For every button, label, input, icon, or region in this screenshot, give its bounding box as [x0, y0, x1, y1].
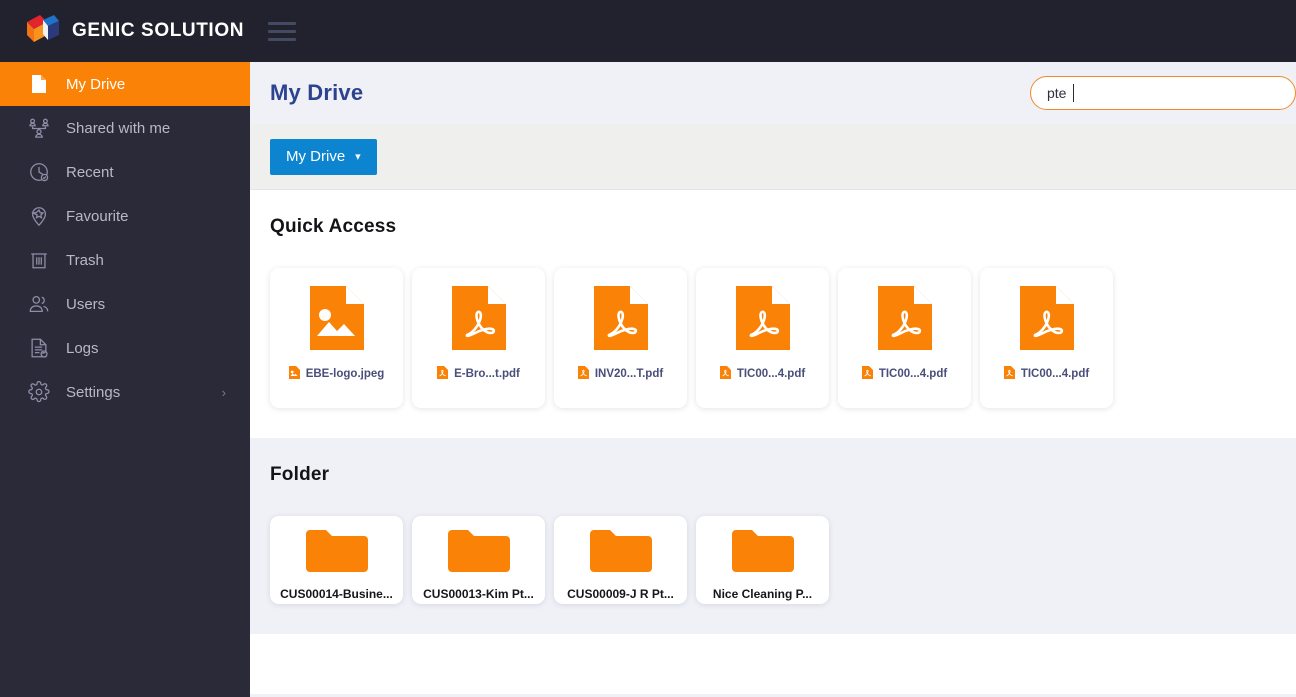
- file-card[interactable]: TIC00...4.pdf: [980, 268, 1113, 408]
- trash-icon: [26, 247, 52, 273]
- sidebar: My Drive Shared with me Recent Favourite…: [0, 62, 250, 697]
- folder-grid: CUS00014-Busine... CUS00013-Kim Pt... CU…: [250, 516, 1296, 604]
- pdf-file-badge-icon: [437, 366, 449, 382]
- quick-access-grid: EBE-logo.jpeg E-Bro...t.pdf INV20...T.pd…: [250, 268, 1296, 408]
- file-card-label: INV20...T.pdf: [577, 366, 663, 382]
- log-document-icon: [26, 335, 52, 361]
- clock-check-icon: [26, 159, 52, 185]
- search-container: [1030, 76, 1296, 110]
- pdf-file-icon: [450, 282, 508, 354]
- file-card-label: E-Bro...t.pdf: [437, 366, 520, 382]
- sidebar-item-label: Settings: [66, 383, 121, 401]
- image-file-icon: [308, 282, 366, 354]
- brand-name: GENIC SOLUTION: [72, 20, 245, 41]
- sidebar-item-label: Users: [66, 295, 106, 313]
- sidebar-item-label: Favourite: [66, 207, 129, 225]
- sidebar-item-my-drive[interactable]: My Drive: [0, 62, 250, 106]
- top-bar: GENIC SOLUTION: [0, 0, 1296, 62]
- sidebar-item-shared-with-me[interactable]: Shared with me: [0, 106, 250, 150]
- sidebar-item-label: Shared with me: [66, 119, 171, 137]
- folder-card[interactable]: CUS00009-J R Pt...: [554, 516, 687, 604]
- sidebar-item-label: My Drive: [66, 75, 126, 93]
- folder-section-title: Folder: [270, 464, 330, 485]
- folder-card-label: Nice Cleaning P...: [712, 587, 813, 601]
- map-pin-star-icon: [26, 203, 52, 229]
- main-content: My Drive My Drive ▾ Quick Access: [250, 62, 1296, 697]
- sidebar-item-favourite[interactable]: Favourite: [0, 194, 250, 238]
- pdf-file-badge-icon: [719, 366, 731, 382]
- folder-card-label: CUS00009-J R Pt...: [567, 587, 674, 601]
- drive-toolbar: My Drive ▾: [250, 124, 1296, 190]
- file-card[interactable]: EBE-logo.jpeg: [270, 268, 403, 408]
- file-card[interactable]: INV20...T.pdf: [554, 268, 687, 408]
- folder-icon: [446, 528, 512, 579]
- pdf-file-badge-icon: [1003, 366, 1015, 382]
- my-drive-dropdown-label: My Drive: [286, 148, 346, 165]
- chevron-right-icon: ›: [221, 384, 226, 400]
- folder-card[interactable]: CUS00013-Kim Pt...: [412, 516, 545, 604]
- content-scroll-area[interactable]: Quick Access EBE-logo.jpeg E-Bro...t.pdf…: [250, 190, 1296, 697]
- pdf-file-badge-icon: [577, 366, 589, 382]
- app-root: GENIC SOLUTION My Drive Shared with me R…: [0, 0, 1296, 697]
- pdf-file-icon: [876, 282, 934, 354]
- sidebar-item-label: Recent: [66, 163, 114, 181]
- quick-access-title: Quick Access: [270, 216, 397, 237]
- file-card-label: TIC00...4.pdf: [1003, 366, 1089, 382]
- folder-icon: [730, 528, 796, 579]
- image-file-badge-icon: [288, 366, 300, 382]
- folder-icon: [588, 528, 654, 579]
- folder-card-label: CUS00014-Busine...: [280, 587, 393, 601]
- pdf-file-icon: [592, 282, 650, 354]
- chevron-down-icon: ▾: [355, 151, 361, 163]
- page-header: My Drive: [250, 62, 1296, 124]
- next-section-panel: [250, 634, 1296, 694]
- gear-icon: [26, 379, 52, 405]
- text-cursor: [1073, 84, 1074, 102]
- page-title: My Drive: [270, 80, 364, 105]
- sidebar-item-logs[interactable]: Logs: [0, 326, 250, 370]
- file-icon: [26, 71, 52, 97]
- share-users-icon: [26, 115, 52, 141]
- file-card[interactable]: TIC00...4.pdf: [838, 268, 971, 408]
- users-icon: [26, 291, 52, 317]
- file-card-label: TIC00...4.pdf: [719, 366, 805, 382]
- my-drive-dropdown-button[interactable]: My Drive ▾: [270, 138, 377, 175]
- hamburger-menu-icon[interactable]: [268, 21, 297, 41]
- folder-card-label: CUS00013-Kim Pt...: [423, 587, 534, 601]
- sidebar-item-settings[interactable]: Settings ›: [0, 370, 250, 414]
- pdf-file-icon: [734, 282, 792, 354]
- pdf-file-badge-icon: [861, 366, 873, 382]
- quick-access-section: Quick Access EBE-logo.jpeg E-Bro...t.pdf…: [250, 190, 1296, 438]
- sidebar-item-label: Trash: [66, 251, 104, 269]
- folder-icon: [304, 528, 370, 579]
- folder-card[interactable]: CUS00014-Busine...: [270, 516, 403, 604]
- folder-section: Folder CUS00014-Busine... CUS00013-Kim P…: [250, 438, 1296, 634]
- sidebar-item-recent[interactable]: Recent: [0, 150, 250, 194]
- file-card-label: EBE-logo.jpeg: [288, 366, 384, 382]
- cube-logo-icon: [24, 12, 62, 50]
- file-card-label: TIC00...4.pdf: [861, 366, 947, 382]
- folder-card[interactable]: Nice Cleaning P...: [696, 516, 829, 604]
- file-card[interactable]: E-Bro...t.pdf: [412, 268, 545, 408]
- brand: GENIC SOLUTION: [0, 12, 297, 50]
- file-card[interactable]: TIC00...4.pdf: [696, 268, 829, 408]
- pdf-file-icon: [1018, 282, 1076, 354]
- search-input[interactable]: [1030, 76, 1296, 110]
- sidebar-item-users[interactable]: Users: [0, 282, 250, 326]
- sidebar-item-label: Logs: [66, 339, 99, 357]
- sidebar-item-trash[interactable]: Trash: [0, 238, 250, 282]
